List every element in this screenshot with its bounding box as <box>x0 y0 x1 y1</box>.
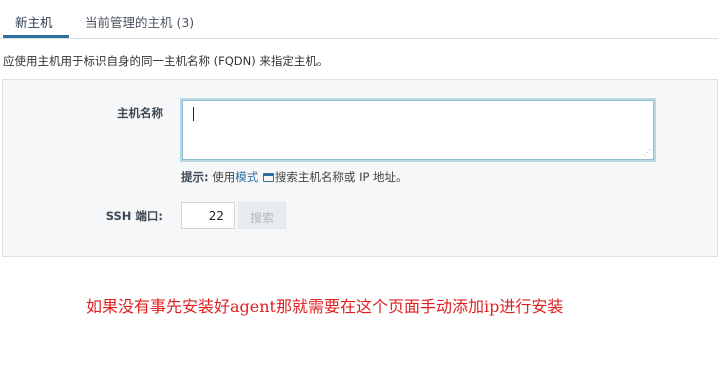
hostname-textarea[interactable]: ⋰ <box>180 98 656 162</box>
window-icon[interactable] <box>262 173 274 182</box>
hostname-label: 主机名称 <box>117 106 163 120</box>
ssh-port-label: SSH 端口: <box>105 209 163 223</box>
tab-managed-hosts[interactable]: 当前管理的主机 (3) <box>85 12 194 31</box>
hint-text-after: 搜索主机名称或 IP 地址。 <box>274 170 408 184</box>
active-tab-indicator <box>3 35 69 38</box>
hostname-hint: 提示: 使用模式 搜索主机名称或 IP 地址。 <box>181 169 408 185</box>
search-button[interactable]: 搜索 <box>238 202 286 229</box>
text-cursor <box>193 107 194 121</box>
annotation-note: 如果没有事先安装好agent那就需要在这个页面手动添加ip进行安装 <box>86 297 564 316</box>
intro-text: 应使用主机用于标识自身的同一主机名称 (FQDN) 来指定主机。 <box>3 54 329 68</box>
tab-new-host[interactable]: 新主机 <box>15 12 53 31</box>
hint-prefix: 提示: <box>181 170 209 184</box>
resize-grip-icon[interactable]: ⋰ <box>643 149 651 157</box>
ssh-port-input[interactable]: 22 <box>181 202 235 229</box>
hint-text-before: 使用 <box>208 170 236 184</box>
mode-link[interactable]: 模式 <box>235 170 258 184</box>
tab-bar: 新主机 当前管理的主机 (3) <box>0 0 718 39</box>
